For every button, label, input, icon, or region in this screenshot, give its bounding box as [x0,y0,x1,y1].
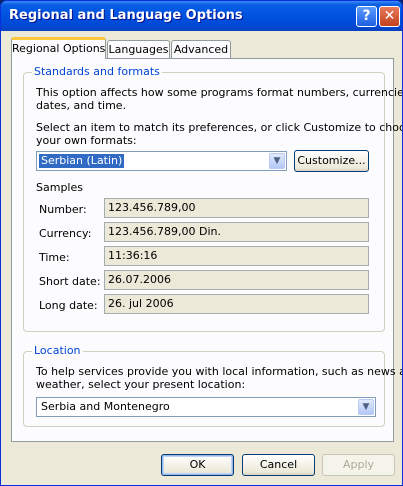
cancel-button[interactable]: Cancel [242,454,315,476]
customize-label: Customize... [297,154,366,167]
tab-regional-options[interactable]: Regional Options [11,37,106,59]
cancel-label: Cancel [259,458,298,471]
close-icon: ✕ [383,8,396,24]
sample-value-number: 123.456.789,00 [104,198,369,218]
location-group: Location To help services provide you wi… [23,344,402,427]
chevron-down-icon[interactable]: ▼ [358,399,374,415]
format-select-value: Serbian (Latin) [39,154,125,168]
tab-label: Advanced [173,43,229,56]
apply-label: Apply [342,458,375,471]
location-select[interactable]: Serbia and Montenegro ▼ [36,397,376,417]
close-button[interactable]: ✕ [379,6,400,27]
standards-description: dates, and time. [36,99,127,112]
help-icon: ? [362,8,371,24]
select-instruction: your own formats: [36,134,137,147]
select-instruction: Select an item to match its preferences,… [36,121,403,134]
location-legend: Location [32,344,83,357]
standards-group: Standards and formats This option affect… [23,65,402,332]
tab-panel: Standards and formats This option affect… [11,58,402,442]
location-select-value: Serbia and Montenegro [41,400,170,413]
chevron-down-icon[interactable]: ▼ [269,153,285,169]
sample-value-currency: 123.456.789,00 Din. [104,222,369,242]
sample-label-short-date: Short date: [39,275,101,288]
sample-label-time: Time: [39,251,70,264]
samples-heading: Samples [36,181,83,194]
sample-label-long-date: Long date: [39,299,98,312]
format-select[interactable]: Serbian (Latin) ▼ [36,151,287,171]
sample-label-number: Number: [39,203,87,216]
apply-button[interactable]: Apply [322,454,395,476]
location-description: weather, select your present location: [36,378,246,391]
tab-label: Regional Options [12,42,106,55]
sample-value-time: 11:36:16 [104,246,369,266]
sample-value-long-date: 26. jul 2006 [104,294,369,314]
ok-button[interactable]: OK [161,454,234,476]
window-title: Regional and Language Options [9,8,243,23]
title-bar[interactable]: Regional and Language Options ? ✕ [1,1,402,31]
ok-label: OK [189,458,206,471]
customize-button[interactable]: Customize... [294,150,369,172]
standards-legend: Standards and formats [32,65,162,78]
location-description: To help services provide you with local … [36,365,403,378]
standards-description: This option affects how some programs fo… [36,86,403,99]
dialog-window: Regional and Language Options ? ✕ Region… [0,0,403,486]
tab-languages[interactable]: Languages [107,40,170,59]
tab-advanced[interactable]: Advanced [171,40,231,59]
help-button[interactable]: ? [356,6,377,27]
sample-label-currency: Currency: [39,227,92,240]
sample-value-short-date: 26.07.2006 [104,270,369,290]
tab-label: Languages [108,43,169,56]
